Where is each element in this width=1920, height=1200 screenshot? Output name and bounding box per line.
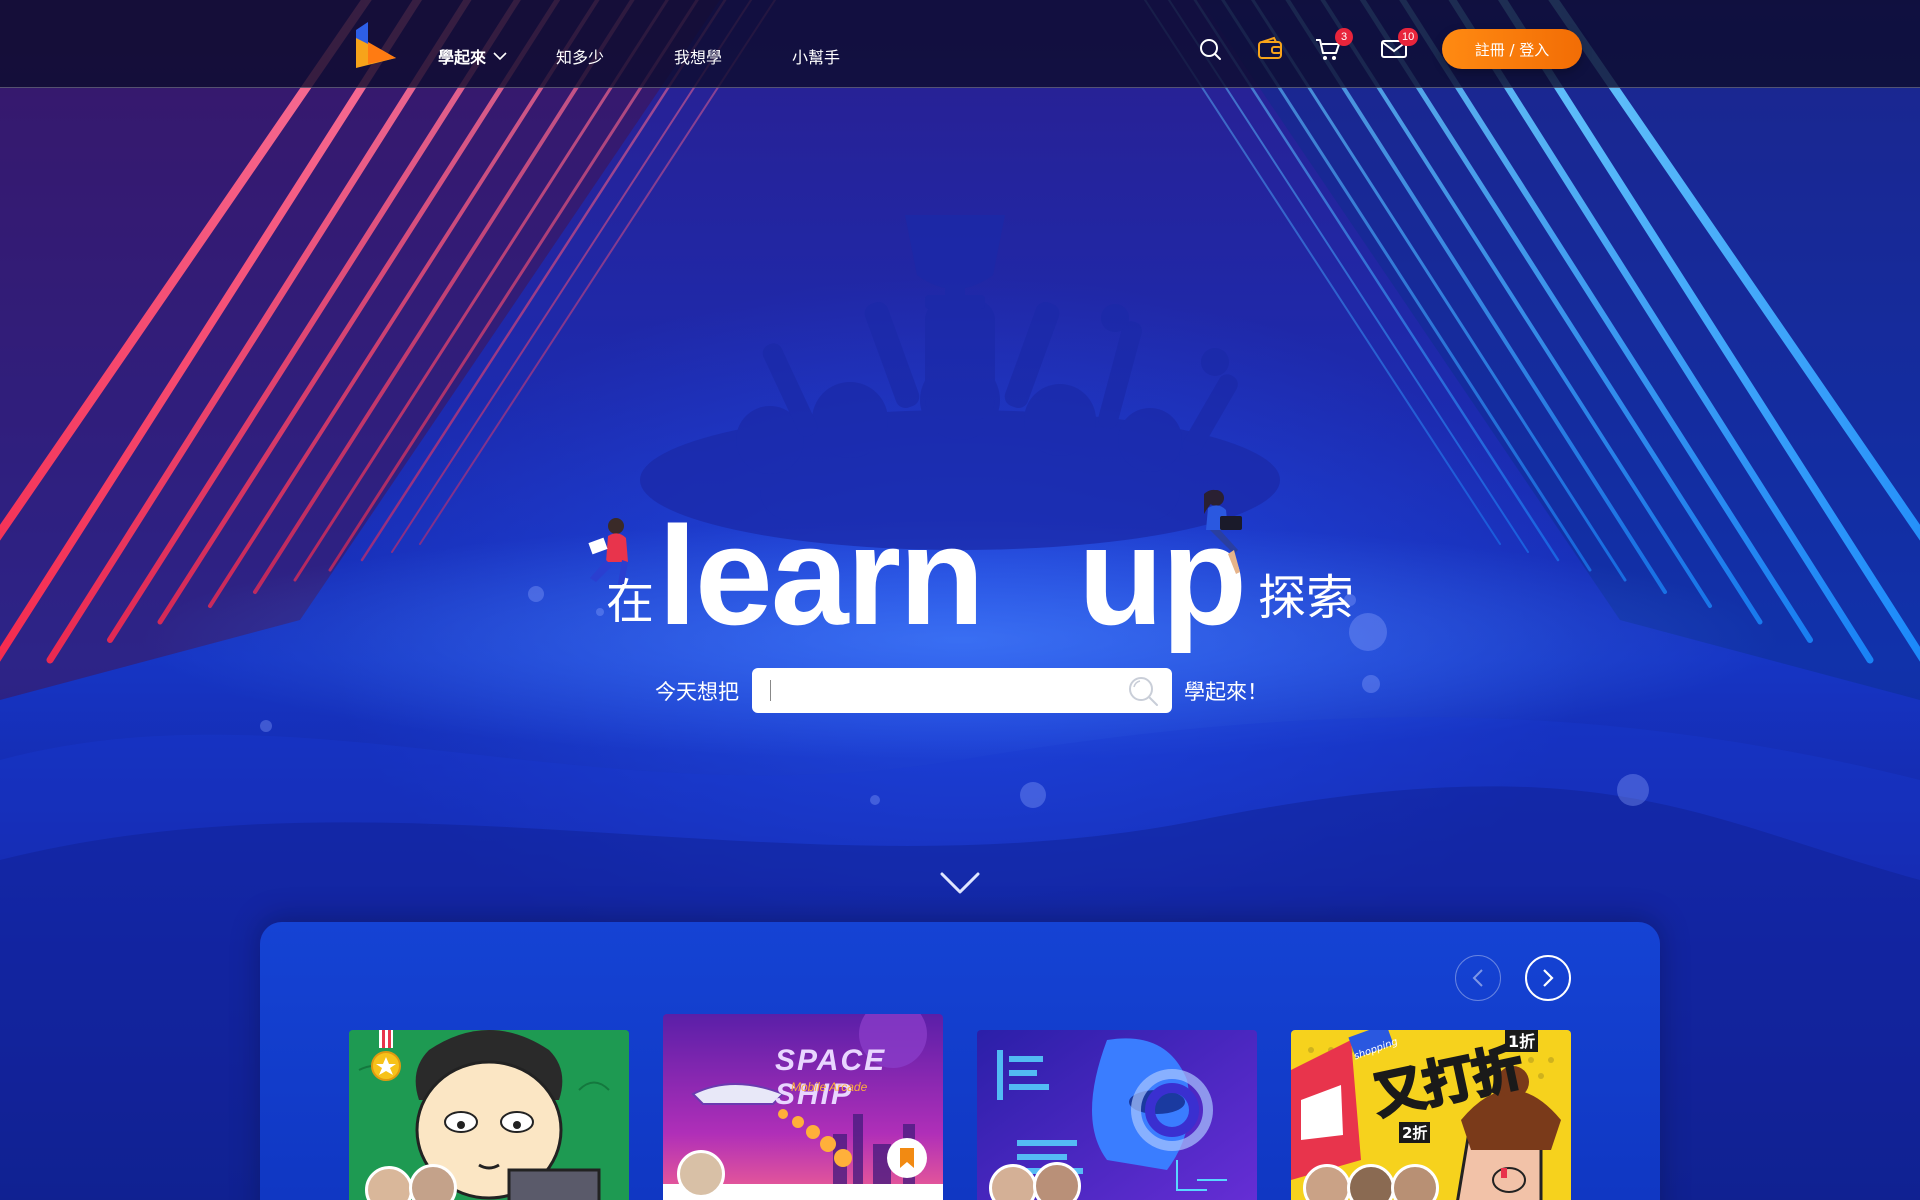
chevron-right-icon (1543, 969, 1554, 987)
mail-count-badge: 10 (1398, 28, 1419, 46)
course-card[interactable]: 又打折 1折 2折 shopping (1291, 1030, 1571, 1200)
bookmark-icon (900, 1148, 914, 1168)
hero-search-box (752, 668, 1172, 713)
nav-item-want-to-learn[interactable]: 我想學 (674, 44, 722, 68)
search-suffix-text: 學起來！ (1184, 680, 1268, 704)
register-login-button[interactable]: 註冊 / 登入 (1442, 29, 1582, 69)
nav-item-want-to-learn-label: 我想學 (674, 48, 723, 67)
nav-item-helper-label: 小幫手 (792, 48, 841, 67)
chevron-left-icon (1472, 969, 1483, 987)
learnup-logo[interactable] (352, 20, 400, 72)
reading-person-illustration (588, 518, 628, 584)
search-icon[interactable] (1196, 36, 1224, 62)
course-card-title: SPACE SHIP (775, 1044, 887, 1111)
nav-item-knowledge[interactable]: 知多少 (556, 44, 604, 68)
top-navigation-bar: 學起來 知多少 我想學 小幫手 3 10 註冊 / 登入 (0, 0, 1920, 88)
nav-item-learn[interactable]: 學起來 (438, 44, 508, 68)
scroll-down-chevron-icon[interactable] (938, 870, 982, 896)
course-card-tag: 1折 (1505, 1030, 1539, 1052)
search-submit-icon[interactable] (1126, 674, 1160, 708)
hero-search-input[interactable] (770, 676, 1110, 705)
search-prefix-text: 今天想把 (655, 680, 739, 704)
course-card[interactable]: SPACE SHIP Mobile Arcade (663, 1014, 943, 1200)
nav-item-knowledge-label: 知多少 (556, 48, 605, 67)
headline-word-learn: learn (658, 497, 985, 654)
course-card-subtitle: Mobile Arcade (791, 1080, 868, 1094)
course-card-tag: 2折 (1399, 1122, 1431, 1143)
nav-item-helper[interactable]: 小幫手 (792, 44, 840, 68)
chevron-down-icon (493, 52, 507, 61)
instructor-avatar (677, 1150, 725, 1198)
nav-item-learn-label: 學起來 (438, 48, 487, 67)
course-card[interactable] (349, 1030, 629, 1200)
carousel-prev-button[interactable] (1455, 955, 1501, 1001)
laptop-person-illustration (1204, 489, 1242, 574)
carousel-next-button[interactable] (1525, 955, 1571, 1001)
cart-count-badge: 3 (1335, 28, 1353, 46)
headline-suffix: 探索 (1258, 570, 1355, 626)
wallet-icon[interactable] (1256, 36, 1284, 62)
hero-headline: 在 learn up 探索 (0, 489, 1920, 646)
course-card[interactable] (977, 1030, 1257, 1200)
bookmark-button[interactable] (887, 1138, 927, 1178)
